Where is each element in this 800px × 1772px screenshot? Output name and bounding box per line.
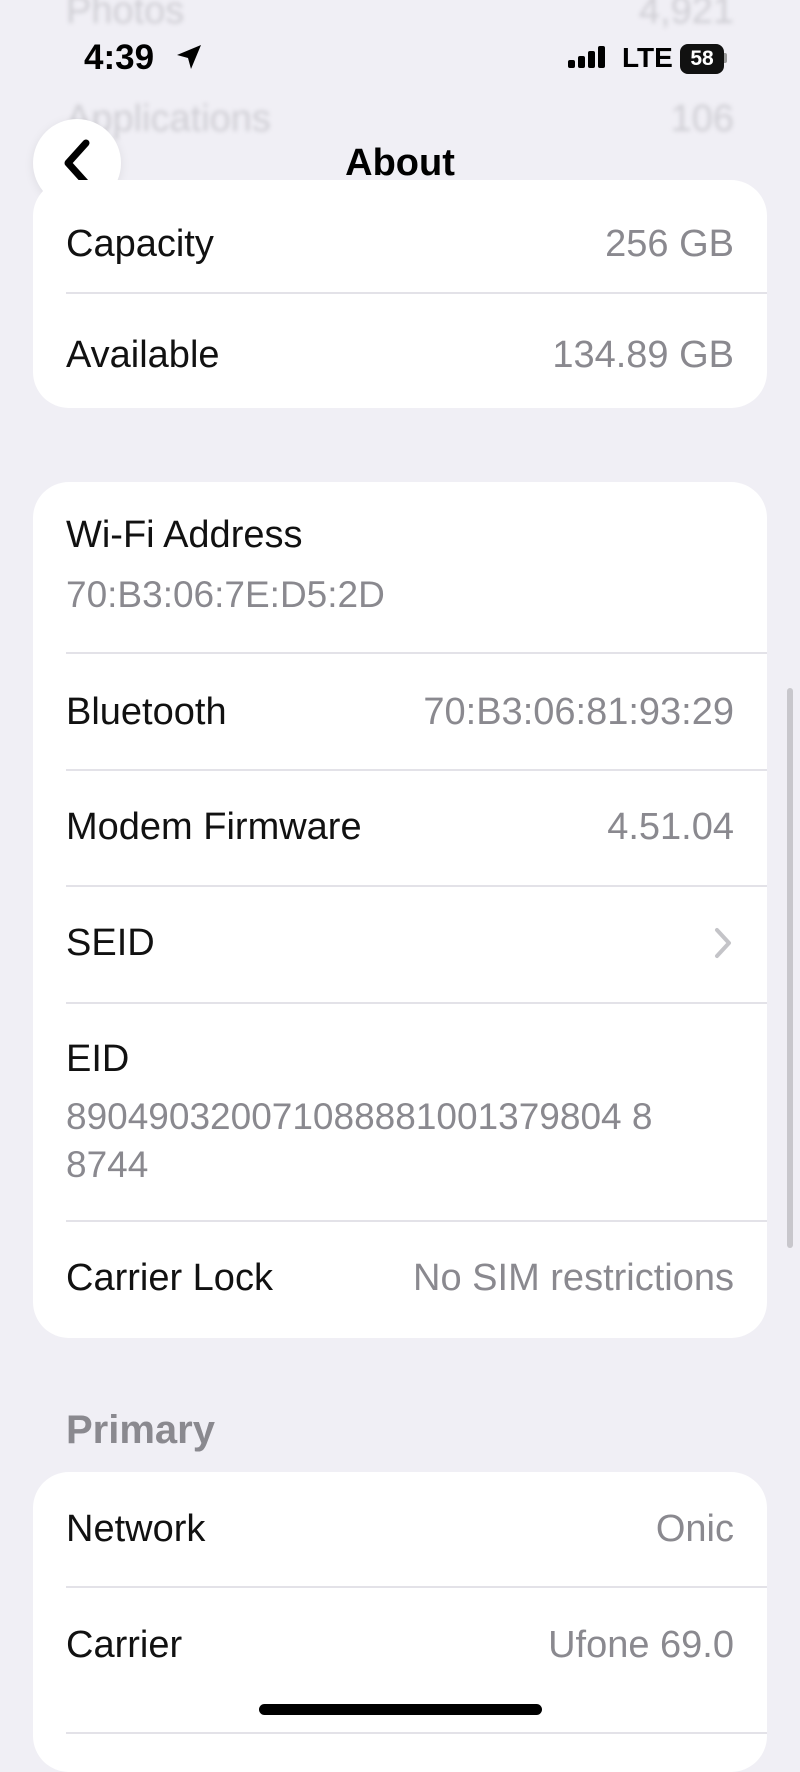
capacity-row: Capacity 256 GB bbox=[66, 214, 734, 274]
available-label: Available bbox=[66, 333, 220, 376]
seid-row[interactable]: SEID bbox=[66, 887, 734, 999]
available-value: 134.89 GB bbox=[552, 333, 734, 376]
cellular-signal-icon bbox=[568, 46, 605, 68]
bluetooth-value: 70:B3:06:81:93:29 bbox=[423, 690, 734, 733]
battery-icon: 58 bbox=[680, 44, 727, 74]
ghost-photos-label: Photos bbox=[66, 0, 185, 32]
modem-firmware-row: Modem Firmware 4.51.04 bbox=[66, 771, 734, 883]
location-arrow-icon bbox=[177, 45, 201, 69]
seid-label: SEID bbox=[66, 921, 155, 964]
carrier-lock-value: No SIM restrictions bbox=[413, 1256, 734, 1299]
status-time: 4:39 bbox=[84, 38, 155, 77]
carrier-row: Carrier Ufone 69.0 bbox=[66, 1588, 734, 1702]
ghost-photos-value: 4,921 bbox=[638, 0, 734, 32]
eid-value-line2: 8744 bbox=[66, 1144, 149, 1185]
network-row: Network Onic bbox=[66, 1472, 734, 1586]
primary-card: Network Onic Carrier Ufone 69.0 bbox=[33, 1472, 767, 1772]
carrier-label: Carrier bbox=[66, 1623, 183, 1666]
bluetooth-row: Bluetooth 70:B3:06:81:93:29 bbox=[66, 656, 734, 768]
carrier-lock-label: Carrier Lock bbox=[66, 1256, 273, 1299]
section-header-primary: Primary bbox=[66, 1408, 215, 1452]
eid-label: EID bbox=[66, 1038, 130, 1080]
bluetooth-label: Bluetooth bbox=[66, 690, 227, 733]
carrier-lock-row: Carrier Lock No SIM restrictions bbox=[66, 1222, 734, 1334]
page-title: About bbox=[345, 142, 455, 184]
eid-value-line1: 890490320071088881001379804 8 bbox=[66, 1096, 653, 1137]
battery-level: 58 bbox=[690, 47, 714, 70]
carrier-value: Ufone 69.0 bbox=[548, 1623, 734, 1666]
network-type: LTE bbox=[622, 42, 673, 73]
divider bbox=[66, 292, 767, 294]
modem-firmware-value: 4.51.04 bbox=[607, 805, 734, 848]
wifi-address-value: 70:B3:06:7E:D5:2D bbox=[66, 574, 385, 615]
scrollbar[interactable] bbox=[787, 688, 793, 1248]
network-label: Network bbox=[66, 1507, 206, 1550]
divider bbox=[66, 652, 767, 654]
status-bar: 4:39 LTE 58 bbox=[0, 30, 800, 90]
wifi-address-label: Wi-Fi Address bbox=[66, 514, 303, 556]
storage-card: Capacity 256 GB Available 134.89 GB bbox=[33, 180, 767, 408]
network-value: Onic bbox=[655, 1507, 734, 1550]
modem-firmware-label: Modem Firmware bbox=[66, 805, 362, 848]
chevron-right-icon bbox=[715, 928, 731, 958]
available-row: Available 134.89 GB bbox=[66, 320, 734, 390]
home-indicator[interactable] bbox=[259, 1704, 542, 1715]
divider bbox=[66, 1002, 767, 1004]
capacity-value: 256 GB bbox=[605, 222, 734, 265]
capacity-label: Capacity bbox=[66, 222, 214, 265]
identifiers-card: Wi-Fi Address 70:B3:06:7E:D5:2D Bluetoot… bbox=[33, 482, 767, 1338]
